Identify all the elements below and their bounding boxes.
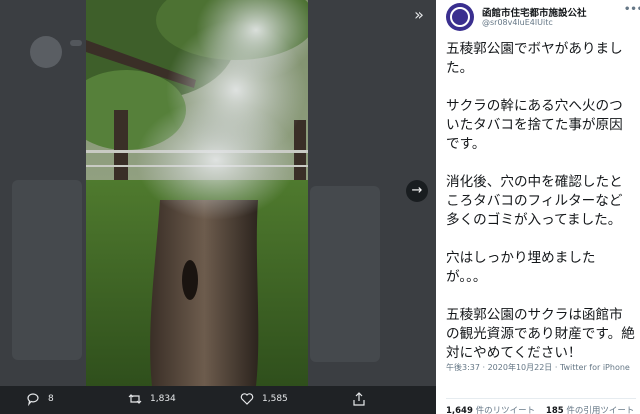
like-button[interactable]: 1,585 [240, 392, 288, 406]
engagement-stats: 1,649 件のリツイート 185 件の引用ツイート [446, 404, 634, 414]
background-avatar [30, 36, 62, 68]
tweet-paragraph: 穴はしっかり埋めましたが。。。 [446, 250, 596, 285]
retweet-count: 1,834 [150, 394, 176, 404]
retweet-total[interactable]: 1,649 [446, 406, 473, 414]
avatar-emblem [450, 7, 470, 27]
reply-count: 8 [48, 394, 54, 404]
divider [446, 398, 636, 399]
next-arrow-icon[interactable]: → [406, 180, 428, 202]
background-text-line [70, 40, 82, 46]
like-count: 1,585 [262, 394, 288, 404]
tweet-paragraph: 五稜郭公園でボヤがありました。 [446, 41, 623, 76]
user-handle[interactable]: @sr08v4luE4lUitc [482, 18, 553, 27]
share-button[interactable] [352, 392, 374, 406]
expand-icon[interactable]: » [410, 6, 428, 24]
tweet-paragraph: 消化後、穴の中を確認したところタバコのフィルターなど多くのゴミが入ってました。 [446, 174, 623, 228]
tweet-text: 五稜郭公園でボヤがありました。 サクラの幹にある穴へ火のついたタバコを捨てた事が… [446, 40, 636, 363]
retweet-icon [128, 394, 142, 404]
reply-icon [27, 393, 39, 406]
avatar[interactable] [446, 3, 474, 31]
display-name[interactable]: 函館市住宅都市施設公社 [482, 5, 587, 19]
heart-icon [240, 393, 254, 405]
retweet-label[interactable]: 件のリツイート [476, 406, 536, 414]
quote-total[interactable]: 185 [546, 406, 564, 414]
background-card [12, 180, 82, 360]
tweet-panel: 函館市住宅都市施設公社 @sr08v4luE4lUitc ••• 五稜郭公園でボ… [436, 0, 640, 414]
tweet-timestamp[interactable]: 午後3:37 · 2020年10月22日 · Twitter for iPhon… [446, 362, 636, 374]
tweet-photo[interactable] [86, 0, 308, 386]
media-action-bar: 8 1,834 1,585 [0, 386, 436, 414]
more-options-icon[interactable]: ••• [624, 4, 640, 15]
reply-button[interactable]: 8 [26, 392, 54, 406]
quote-label[interactable]: 件の引用ツイート [566, 406, 634, 414]
background-card [310, 186, 380, 362]
tweet-paragraph: 五稜郭公園のサクラは函館市の観光資源であり財産です。絶対にやめてください！ [446, 307, 635, 361]
retweet-button[interactable]: 1,834 [128, 392, 176, 406]
tweet-paragraph: サクラの幹にある穴へ火のついたタバコを捨てた事が原因です。 [446, 98, 623, 152]
share-icon [353, 392, 365, 406]
